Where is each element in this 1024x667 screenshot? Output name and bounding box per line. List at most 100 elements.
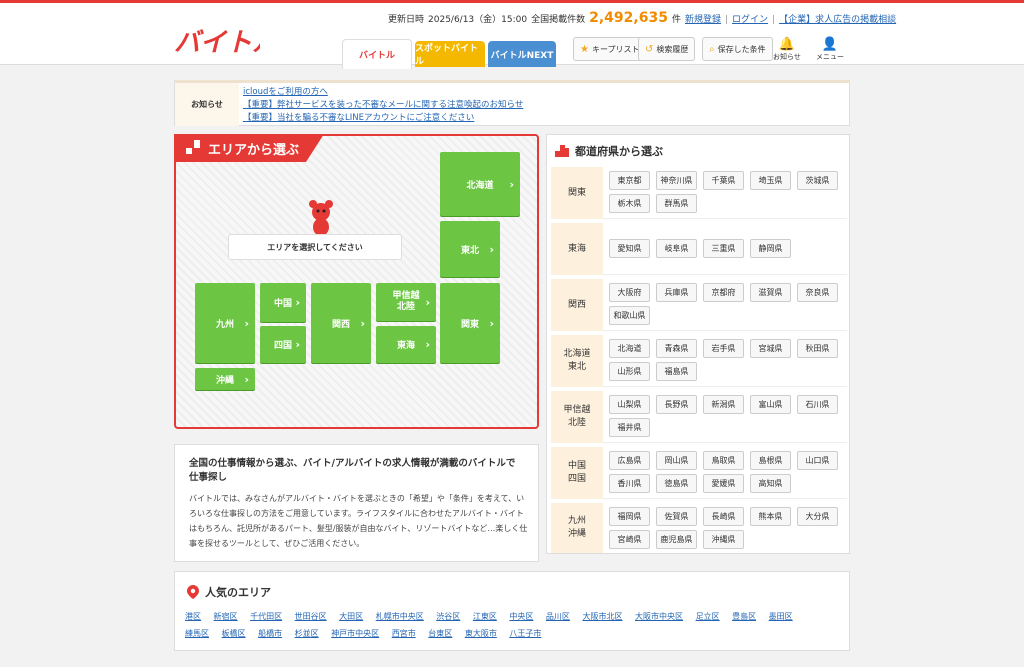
tab-baitoru-next[interactable]: バイトルNEXT — [488, 41, 556, 67]
popular-area-link[interactable]: 千代田区 — [250, 612, 282, 621]
description-body: バイトルでは、みなさんがアルバイト・バイトを選ぶときの「希望」や「条件」を考えて… — [189, 494, 528, 548]
pref-button[interactable]: 福島県 — [656, 362, 697, 381]
popular-area-link[interactable]: 豊島区 — [732, 612, 756, 621]
popular-area-link[interactable]: 船橋市 — [258, 629, 282, 638]
keeplist-button[interactable]: ★ キープリスト — [573, 37, 647, 61]
pref-button[interactable]: 鳥取県 — [703, 451, 744, 470]
popular-area-link[interactable]: 札幌市中央区 — [376, 612, 424, 621]
tab-spot-baitoru[interactable]: スポットバイトル — [415, 41, 485, 67]
pref-button[interactable]: 山梨県 — [609, 395, 650, 414]
pref-button[interactable]: 山口県 — [797, 451, 838, 470]
popular-area-link[interactable]: 品川区 — [546, 612, 570, 621]
pref-button[interactable]: 新潟県 — [703, 395, 744, 414]
pref-button[interactable]: 長崎県 — [703, 507, 744, 526]
region-label: 沖縄 — [215, 375, 234, 386]
pref-button[interactable]: 福井県 — [609, 418, 650, 437]
popular-area-link[interactable]: 港区 — [185, 612, 201, 621]
pref-button[interactable]: 和歌山県 — [609, 306, 650, 325]
pref-button[interactable]: 三重県 — [703, 239, 744, 258]
history-button[interactable]: ↺ 検索履歴 — [638, 37, 696, 61]
pref-button[interactable]: 宮崎県 — [609, 530, 650, 549]
pref-button[interactable]: 高知県 — [750, 474, 791, 493]
pref-button[interactable]: 栃木県 — [609, 194, 650, 213]
pref-button[interactable]: 京都府 — [703, 283, 744, 302]
popular-area-link[interactable]: 中央区 — [509, 612, 533, 621]
region-kyushu[interactable]: 九州 › — [195, 283, 255, 363]
pref-button[interactable]: 沖縄県 — [703, 530, 744, 549]
popular-area-link[interactable]: 台東区 — [428, 629, 452, 638]
popular-area-link[interactable]: 渋谷区 — [436, 612, 460, 621]
login-link[interactable]: ログイン — [732, 12, 768, 25]
corp-ad-link[interactable]: 【企業】求人広告の掲載相談 — [779, 12, 896, 25]
pref-button[interactable]: 千葉県 — [703, 171, 744, 190]
pref-button[interactable]: 兵庫県 — [656, 283, 697, 302]
pref-button[interactable]: 青森県 — [656, 339, 697, 358]
pref-button[interactable]: 埼玉県 — [750, 171, 791, 190]
popular-area-link[interactable]: 新宿区 — [214, 612, 238, 621]
popular-area-link[interactable]: 江東区 — [473, 612, 497, 621]
region-kansai[interactable]: 関西 › — [311, 283, 371, 363]
pref-button[interactable]: 秋田県 — [797, 339, 838, 358]
notice-link[interactable]: 【重要】当社を騙る不審なLINEアカウントにご注意ください — [243, 112, 523, 125]
pref-button[interactable]: 鹿児島県 — [656, 530, 697, 549]
pref-button[interactable]: 宮城県 — [750, 339, 791, 358]
pref-button[interactable]: 大分県 — [797, 507, 838, 526]
region-label: 東北 — [460, 245, 479, 256]
popular-area-link[interactable]: 世田谷区 — [295, 612, 327, 621]
pref-button[interactable]: 愛知県 — [609, 239, 650, 258]
popular-area-link[interactable]: 足立区 — [696, 612, 720, 621]
pref-button[interactable]: 北海道 — [609, 339, 650, 358]
popular-area-link[interactable]: 杉並区 — [295, 629, 319, 638]
region-hokkaido[interactable]: 北海道 › — [440, 152, 520, 216]
pref-button[interactable]: 熊本県 — [750, 507, 791, 526]
pref-button[interactable]: 香川県 — [609, 474, 650, 493]
region-shikoku[interactable]: 四国 › — [260, 326, 306, 363]
notification-button[interactable]: 🔔 お知らせ — [773, 37, 801, 62]
pref-button[interactable]: 石川県 — [797, 395, 838, 414]
pref-button[interactable]: 佐賀県 — [656, 507, 697, 526]
notice-link[interactable]: 【重要】弊社サービスを装った不審なメールに関する注意喚起のお知らせ — [243, 99, 523, 112]
saved-conditions-button[interactable]: ⌕ 保存した条件 — [702, 37, 773, 61]
pref-button[interactable]: 奈良県 — [797, 283, 838, 302]
pref-button[interactable]: 群馬県 — [656, 194, 697, 213]
pref-button[interactable]: 静岡県 — [750, 239, 791, 258]
pref-button[interactable]: 島根県 — [750, 451, 791, 470]
menu-button[interactable]: 👤 メニュー — [816, 37, 844, 62]
pref-button[interactable]: 愛媛県 — [703, 474, 744, 493]
popular-area-link[interactable]: 練馬区 — [185, 629, 209, 638]
pref-button[interactable]: 福岡県 — [609, 507, 650, 526]
popular-area-link[interactable]: 大田区 — [339, 612, 363, 621]
popular-area-link[interactable]: 東大阪市 — [465, 629, 497, 638]
pref-button[interactable]: 徳島県 — [656, 474, 697, 493]
register-link[interactable]: 新規登録 — [685, 12, 721, 25]
pref-button[interactable]: 広島県 — [609, 451, 650, 470]
region-chugoku[interactable]: 中国 › — [260, 283, 306, 322]
region-koshinetsu[interactable]: 甲信越 北陸 › — [376, 283, 436, 321]
popular-area-link[interactable]: 板橋区 — [222, 629, 246, 638]
pref-button[interactable]: 長野県 — [656, 395, 697, 414]
pref-row-kansai: 関西 大阪府 兵庫県 京都府 滋賀県 奈良県 和歌山県 — [551, 279, 847, 331]
popular-area-link[interactable]: 墨田区 — [769, 612, 793, 621]
popular-area-link[interactable]: 神戸市中央区 — [331, 629, 379, 638]
pref-button[interactable]: 大阪府 — [609, 283, 650, 302]
region-okinawa[interactable]: 沖縄 › — [195, 368, 255, 390]
popular-area-link[interactable]: 西宮市 — [392, 629, 416, 638]
popular-area-link[interactable]: 大阪市中央区 — [635, 612, 683, 621]
pref-button[interactable]: 岩手県 — [703, 339, 744, 358]
pref-button[interactable]: 富山県 — [750, 395, 791, 414]
pref-button[interactable]: 茨城県 — [797, 171, 838, 190]
popular-area-link[interactable]: 大阪市北区 — [582, 612, 622, 621]
region-tohoku[interactable]: 東北 › — [440, 221, 500, 277]
region-kanto[interactable]: 関東 › — [440, 283, 500, 363]
notice-link[interactable]: icloudをご利用の方へ — [243, 86, 523, 99]
pref-button[interactable]: 神奈川県 — [656, 171, 697, 190]
tab-baitoru[interactable]: バイトル — [342, 39, 412, 69]
baitoru-logo[interactable]: バイトル — [174, 25, 260, 57]
region-tokai[interactable]: 東海 › — [376, 326, 436, 363]
pref-button[interactable]: 東京都 — [609, 171, 650, 190]
pref-button[interactable]: 岡山県 — [656, 451, 697, 470]
pref-button[interactable]: 滋賀県 — [750, 283, 791, 302]
pref-button[interactable]: 岐阜県 — [656, 239, 697, 258]
popular-area-link[interactable]: 八王子市 — [509, 629, 541, 638]
pref-button[interactable]: 山形県 — [609, 362, 650, 381]
